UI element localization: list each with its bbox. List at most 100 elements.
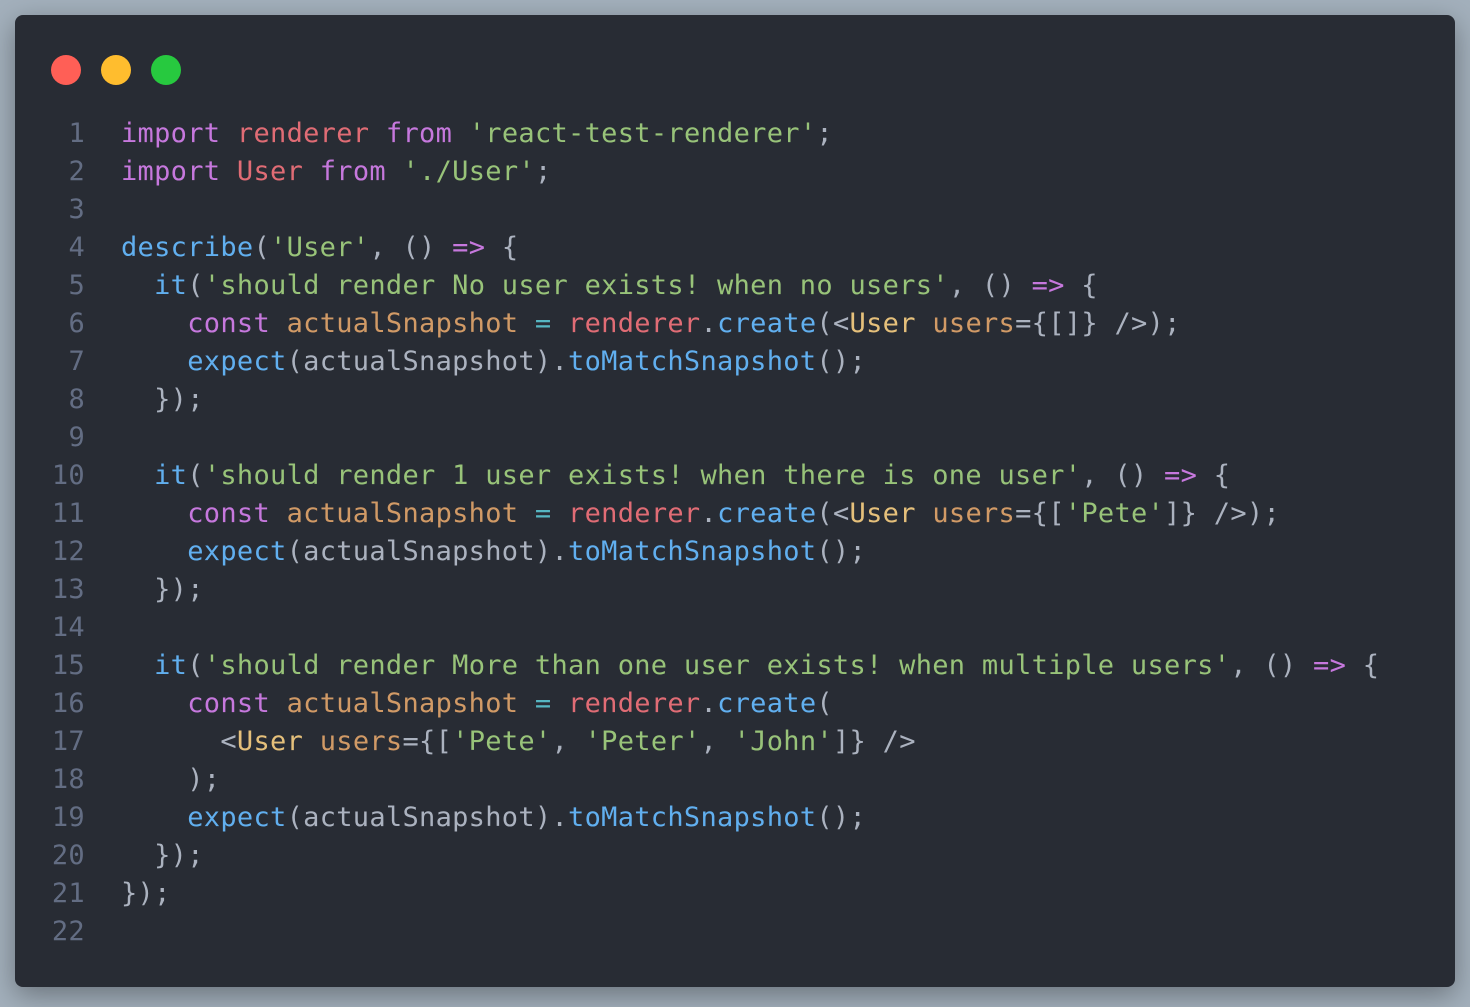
line-number: 12 [51, 536, 85, 567]
line-number: 20 [51, 840, 85, 871]
code-token: User [849, 308, 916, 339]
code-token: 'Pete' [1064, 498, 1165, 529]
code-token: it [154, 270, 188, 301]
code-line: 1 import renderer from 'react-test-render… [15, 115, 1455, 153]
code-token: expect [187, 346, 287, 377]
code-token: ( [816, 688, 833, 719]
code-token: renderer [568, 498, 701, 529]
code-token: { [1197, 460, 1231, 491]
code-line: 16 const actualSnapshot = renderer.creat… [15, 685, 1455, 723]
code-token: it [154, 650, 188, 681]
code-token: ( [187, 460, 204, 491]
code-token: './User' [402, 156, 535, 187]
code-token: ]} /> [832, 726, 916, 757]
code-line: 14 [15, 609, 1455, 647]
code-token: 'should render No user exists! when no u… [203, 270, 949, 301]
code-token: const [187, 688, 271, 719]
code-line: 8 }); [15, 381, 1455, 419]
line-number: 13 [51, 574, 85, 605]
code-editor[interactable]: 1 import renderer from 'react-test-render… [15, 115, 1455, 951]
code-token: => [1031, 270, 1065, 301]
line-number: 14 [51, 612, 85, 643]
code-token: User [236, 156, 304, 187]
code-token: import [121, 118, 221, 149]
maximize-button[interactable] [151, 55, 181, 85]
close-button[interactable] [51, 55, 81, 85]
code-line: 17 <User users={['Pete', 'Peter', 'John'… [15, 723, 1455, 761]
code-token: it [154, 460, 188, 491]
code-token: ={[ [1015, 498, 1065, 529]
line-number: 6 [68, 308, 85, 339]
code-token: (< [816, 308, 850, 339]
code-token: < [220, 726, 237, 757]
code-token: renderer [568, 688, 701, 719]
code-line: 2 import User from './User'; [15, 153, 1455, 191]
code-token: User [849, 498, 916, 529]
code-token: 'should render More than one user exists… [203, 650, 1231, 681]
code-token: , () [948, 270, 1032, 301]
line-source: it('should render More than one user exi… [121, 647, 1379, 685]
line-number: 16 [51, 688, 85, 719]
code-line: 5 it('should render No user exists! when… [15, 267, 1455, 305]
code-token: }); [121, 878, 171, 909]
line-source: }); [121, 875, 171, 913]
line-number: 4 [68, 232, 85, 263]
code-token: renderer [236, 118, 370, 149]
code-token: ( [253, 232, 271, 263]
code-token: (< [816, 498, 850, 529]
line-source: const actualSnapshot = renderer.create(<… [121, 305, 1181, 343]
line-number: 5 [68, 270, 85, 301]
line-number: 11 [51, 498, 85, 529]
code-token: expect [187, 802, 287, 833]
code-token: users [932, 498, 1016, 529]
code-token: => [1313, 650, 1347, 681]
code-line: 19 expect(actualSnapshot).toMatchSnapsho… [15, 799, 1455, 837]
code-token: (); [816, 536, 867, 567]
code-token: toMatchSnapshot [568, 802, 817, 833]
minimize-button[interactable] [101, 55, 131, 85]
code-token: , () [1230, 650, 1314, 681]
code-token: 'react-test-renderer' [468, 118, 817, 149]
code-token: actualSnapshot [286, 308, 519, 339]
code-token: actualSnapshot [286, 498, 519, 529]
code-token: { [485, 232, 519, 263]
line-number: 19 [51, 802, 85, 833]
code-token: users [319, 726, 403, 757]
line-source: expect(actualSnapshot).toMatchSnapshot()… [121, 343, 866, 381]
code-token: = [534, 308, 552, 339]
line-source: import renderer from 'react-test-rendere… [121, 115, 833, 153]
code-line: 7 expect(actualSnapshot).toMatchSnapshot… [15, 343, 1455, 381]
code-token: actualSnapshot [286, 688, 519, 719]
code-token: toMatchSnapshot [568, 536, 817, 567]
code-token: => [452, 232, 486, 263]
line-source: describe('User', () => { [121, 229, 518, 267]
code-token: ); [187, 764, 221, 795]
code-token: = [534, 498, 552, 529]
line-source: ); [121, 761, 220, 799]
line-source: expect(actualSnapshot).toMatchSnapshot()… [121, 799, 866, 837]
line-number: 18 [51, 764, 85, 795]
line-number: 22 [51, 916, 85, 947]
code-line: 12 expect(actualSnapshot).toMatchSnapsho… [15, 533, 1455, 571]
code-token: users [932, 308, 1016, 339]
code-token: renderer [568, 308, 701, 339]
